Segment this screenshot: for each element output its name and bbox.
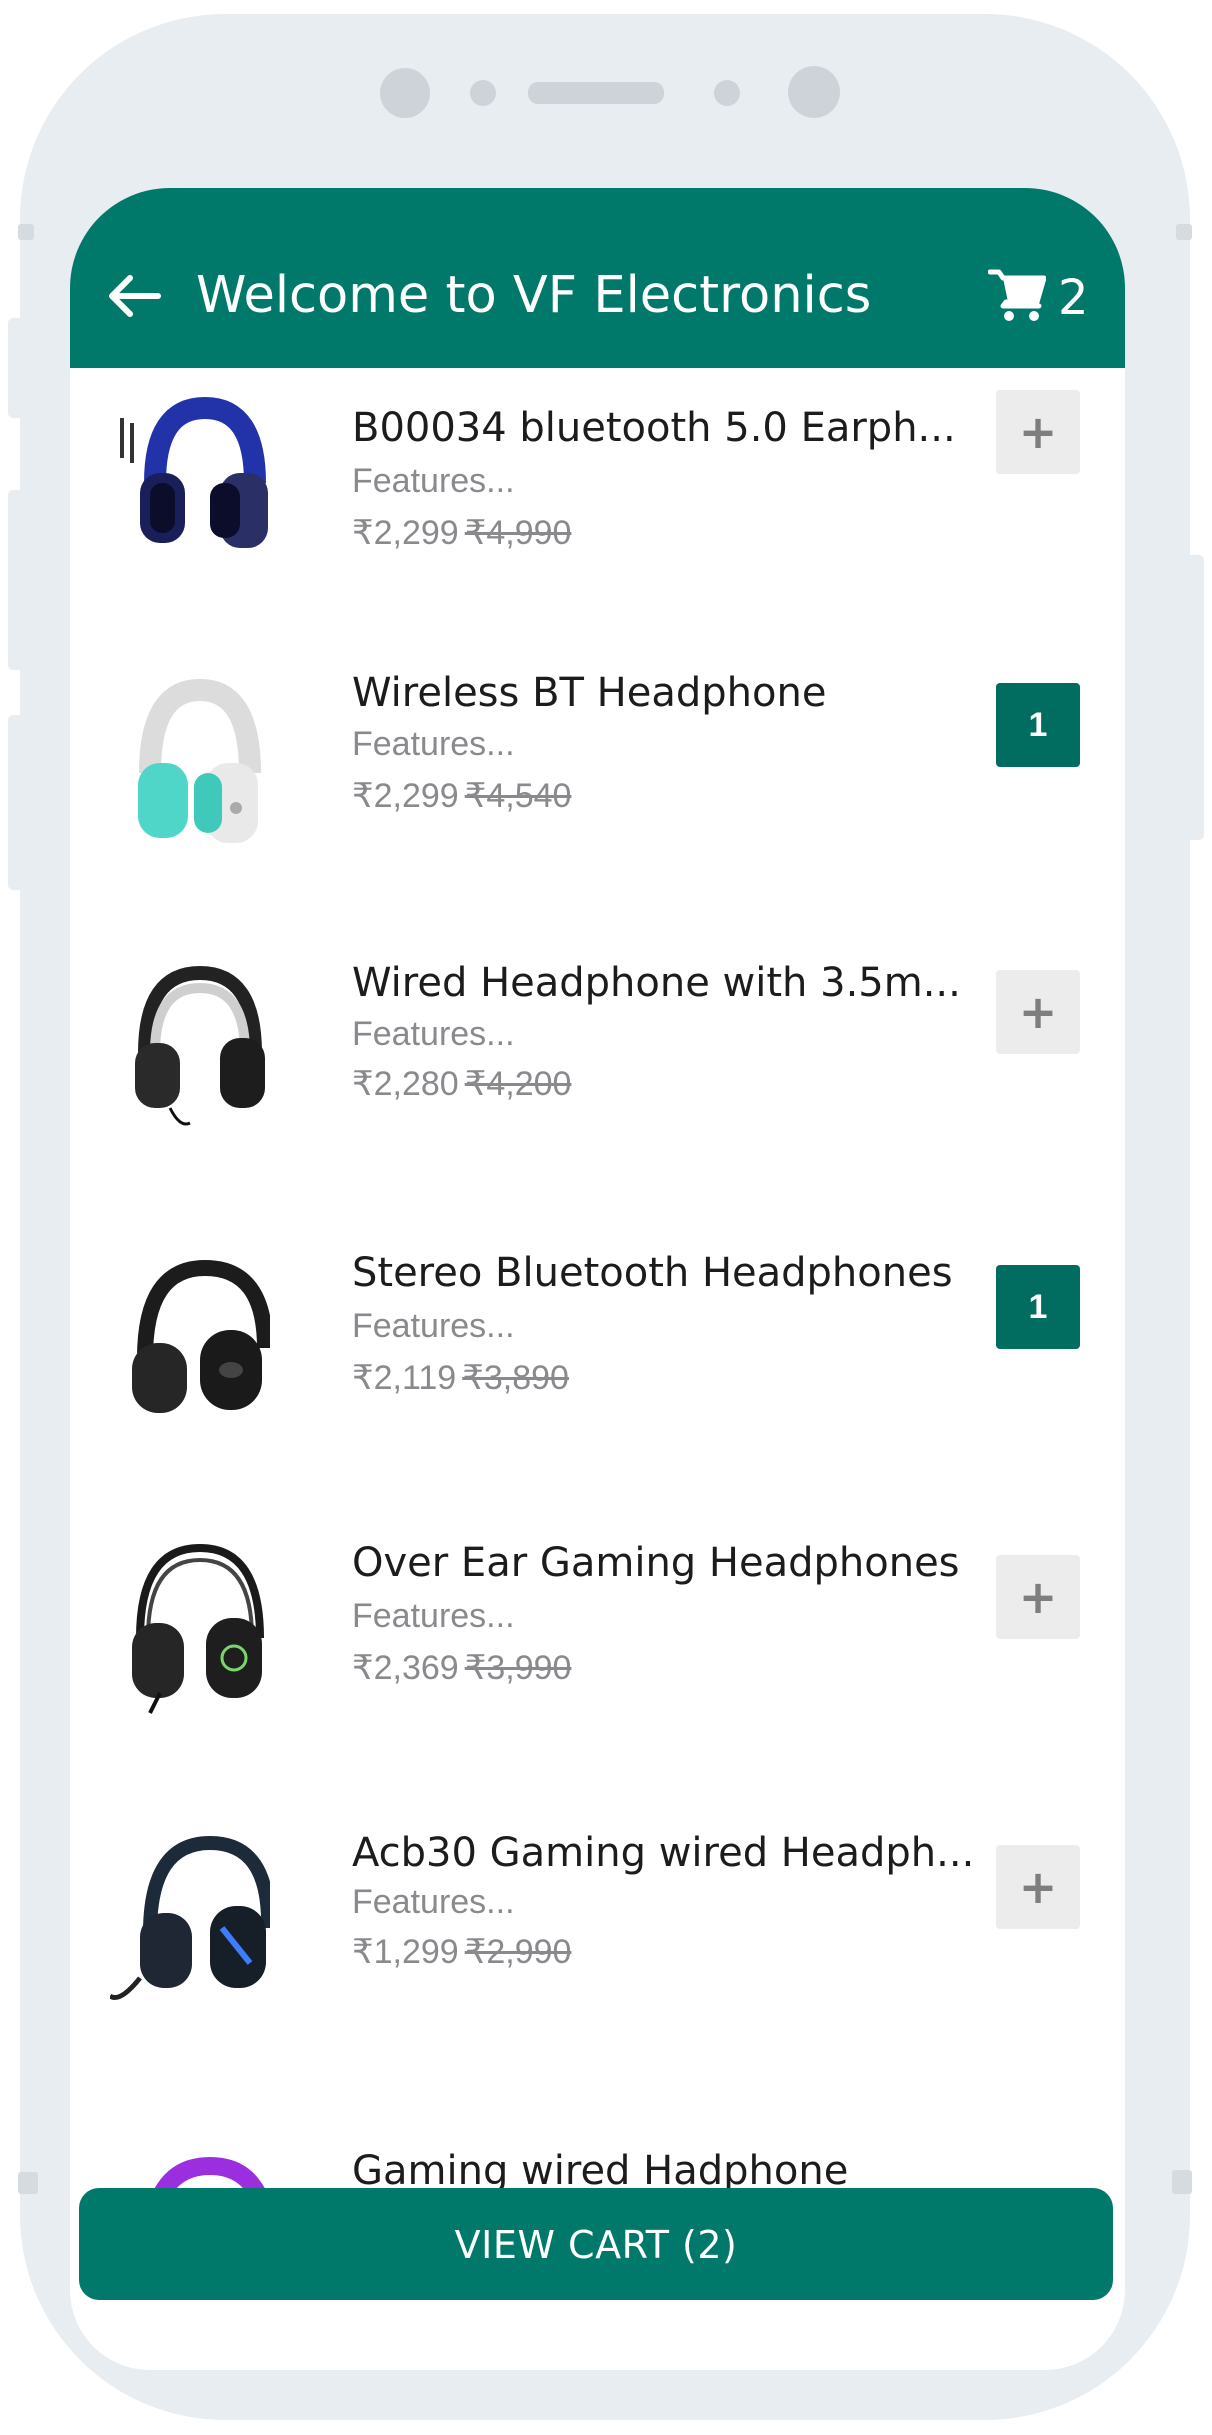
sale-price: ₹2,369 xyxy=(352,1649,459,1687)
product-price: ₹2,280 ₹4,200 xyxy=(352,1062,571,1106)
gaming-headset-image xyxy=(132,1543,264,1714)
sale-price: ₹1,299 xyxy=(352,1933,459,1971)
view-cart-button[interactable]: VIEW CART (2) xyxy=(79,2188,1113,2300)
product-price: ₹2,299 ₹4,540 xyxy=(352,774,571,818)
product-features: Features... xyxy=(352,1597,515,1635)
proximity-sensor xyxy=(470,80,496,106)
sale-price: ₹2,280 xyxy=(352,1065,459,1103)
product-item[interactable]: B00034 bluetooth 5.0 Earph... Features..… xyxy=(70,383,1125,643)
product-title: Wired Headphone with 3.5m... xyxy=(352,960,961,1006)
volume-up-button xyxy=(8,490,32,670)
frame-nub xyxy=(18,2172,38,2194)
sale-price: ₹2,299 xyxy=(352,777,459,815)
product-features: Features... xyxy=(352,1015,515,1053)
cart-count-badge: 2 xyxy=(1058,270,1089,326)
frame-nub xyxy=(1176,224,1192,240)
original-price: ₹4,200 xyxy=(464,1065,572,1103)
product-price: ₹1,299 ₹2,990 xyxy=(352,1930,571,1974)
power-button xyxy=(1180,555,1204,840)
gaming-headset-blue-image xyxy=(110,1835,270,2000)
product-item[interactable]: Over Ear Gaming Headphones Features... ₹… xyxy=(70,1538,1125,1798)
mute-switch xyxy=(8,318,32,418)
headphone-teal-image xyxy=(138,678,261,843)
product-price: ₹2,369 ₹3,990 xyxy=(352,1646,571,1690)
headphone-wired-image xyxy=(135,965,265,1126)
product-title: Stereo Bluetooth Headphones xyxy=(352,1250,953,1296)
page-title: Welcome to VF Electronics xyxy=(196,266,872,325)
add-to-cart-button[interactable]: + xyxy=(996,390,1080,474)
product-features: Features... xyxy=(352,1307,515,1345)
earpiece-speaker xyxy=(528,82,664,104)
original-price: ₹4,540 xyxy=(464,777,572,815)
product-item[interactable]: Acb30 Gaming wired Headph... Features...… xyxy=(70,1828,1125,2088)
product-price: ₹2,119 ₹3,890 xyxy=(352,1356,569,1400)
frame-nub xyxy=(1172,2170,1192,2194)
product-title: Over Ear Gaming Headphones xyxy=(352,1540,960,1586)
back-arrow-icon[interactable] xyxy=(106,274,162,318)
front-camera xyxy=(380,68,430,118)
product-title: Wireless BT Headphone xyxy=(352,670,827,716)
product-item[interactable]: Wireless BT Headphone Features... ₹2,299… xyxy=(70,668,1125,928)
headphone-blue-image xyxy=(120,396,268,548)
page: Welcome to VF Electronics 2 B00034 bluet… xyxy=(0,0,1212,2435)
ambient-sensor xyxy=(714,80,740,106)
sale-price: ₹2,299 xyxy=(352,514,459,552)
headphone-black-image xyxy=(132,1259,270,1413)
product-features: Features... xyxy=(352,725,515,763)
product-item[interactable]: Wired Headphone with 3.5m... Features...… xyxy=(70,958,1125,1218)
product-features: Features... xyxy=(352,462,515,500)
product-item[interactable]: Stereo Bluetooth Headphones Features... … xyxy=(70,1248,1125,1508)
quantity-button[interactable]: 1 xyxy=(996,1265,1080,1349)
product-features: Features... xyxy=(352,1883,515,1921)
product-price: ₹2,299 ₹4,990 xyxy=(352,511,571,555)
original-price: ₹3,890 xyxy=(462,1359,569,1397)
original-price: ₹3,990 xyxy=(464,1649,572,1687)
sale-price: ₹2,119 xyxy=(352,1359,457,1397)
quantity-button[interactable]: 1 xyxy=(996,683,1080,767)
add-to-cart-button[interactable]: + xyxy=(996,1555,1080,1639)
sensor-lens xyxy=(788,66,840,118)
cart-icon[interactable] xyxy=(988,268,1046,324)
app-screen: Welcome to VF Electronics 2 B00034 bluet… xyxy=(70,188,1125,2370)
original-price: ₹4,990 xyxy=(464,514,572,552)
original-price: ₹2,990 xyxy=(464,1933,572,1971)
product-title: Acb30 Gaming wired Headph... xyxy=(352,1830,975,1876)
volume-down-button xyxy=(8,715,32,890)
frame-nub xyxy=(18,224,34,240)
add-to-cart-button[interactable]: + xyxy=(996,970,1080,1054)
product-title: B00034 bluetooth 5.0 Earph... xyxy=(352,405,956,451)
add-to-cart-button[interactable]: + xyxy=(996,1845,1080,1929)
app-header: Welcome to VF Electronics 2 xyxy=(70,188,1125,368)
